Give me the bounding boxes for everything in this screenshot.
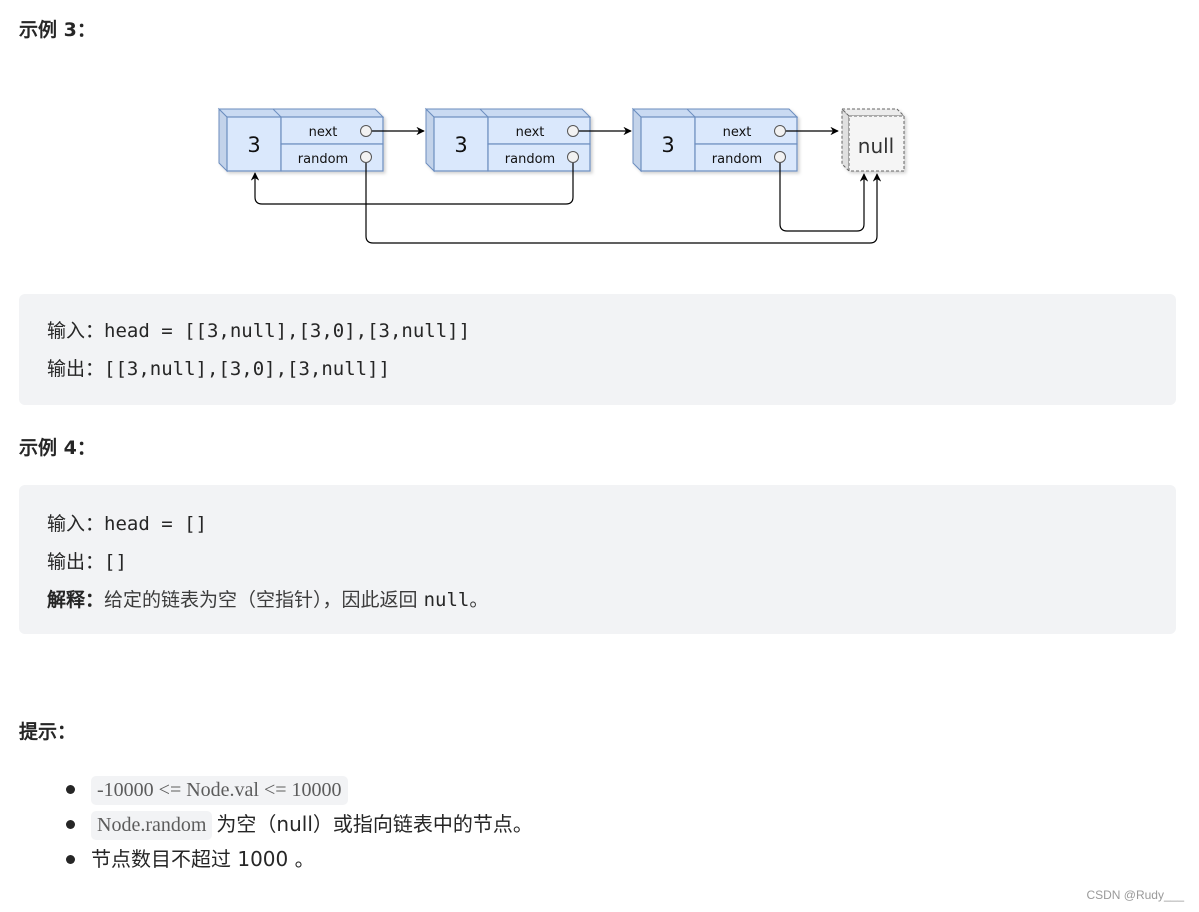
example-3-heading: 示例 3：	[19, 19, 96, 41]
output-line: 输出：[[3,null],[3,0],[3,null]]	[47, 350, 1176, 388]
example-4-heading: 示例 4：	[19, 437, 96, 459]
null-label: null	[858, 134, 894, 158]
next-pointer-port	[567, 125, 579, 137]
explanation-code: null	[423, 589, 470, 611]
bullet-icon	[66, 820, 75, 829]
hints-heading: 提示：	[19, 721, 77, 743]
node-random-label: random	[712, 152, 762, 167]
node-side-face	[632, 107, 642, 173]
random-pointer-port	[774, 151, 786, 163]
node-top-face	[217, 108, 385, 118]
node-value: 3	[247, 133, 260, 157]
hints-list: -10000 <= Node.val <= 10000 Node.random 为…	[60, 772, 533, 877]
node-value: 3	[661, 133, 674, 157]
input-value: head = []	[104, 513, 207, 535]
node-top-face	[631, 108, 799, 118]
random-pointer-port	[360, 151, 372, 163]
node-side-face	[218, 107, 228, 173]
bullet-icon	[66, 785, 75, 794]
explanation-line: 解释：给定的链表为空（空指针），因此返回 null。	[47, 581, 1176, 619]
hint-text: 为空（null）或指向链表中的节点。	[216, 812, 533, 836]
next-pointer-port	[774, 125, 786, 137]
example-3-code-block: 输入：head = [[3,null],[3,0],[3,null]] 输出：[…	[19, 294, 1176, 405]
explanation-text: 给定的链表为空（空指针），因此返回	[104, 589, 424, 611]
hint-item: Node.random 为空（null）或指向链表中的节点。	[60, 807, 533, 842]
output-value: []	[104, 551, 127, 573]
node-top-face	[424, 108, 592, 118]
hint-code: -10000 <= Node.val <= 10000	[91, 776, 348, 805]
next-pointer-port	[360, 125, 372, 137]
random-pointer-port	[567, 151, 579, 163]
output-label: 输出：	[47, 551, 105, 573]
example-4-code-block: 输入：head = [] 输出：[] 解释：给定的链表为空（空指针），因此返回 …	[19, 485, 1176, 634]
hint-code: Node.random	[91, 811, 213, 840]
output-label: 输出：	[47, 358, 105, 380]
node-random-label: random	[298, 152, 348, 167]
null-top-face	[840, 108, 906, 117]
input-line: 输入：head = [[3,null],[3,0],[3,null]]	[47, 312, 1176, 350]
hint-item: -10000 <= Node.val <= 10000	[60, 772, 533, 807]
output-value: [[3,null],[3,0],[3,null]]	[104, 358, 390, 380]
input-label: 输入：	[47, 513, 105, 535]
input-value: head = [[3,null],[3,0],[3,null]]	[104, 320, 471, 342]
node-next-label: next	[723, 125, 752, 140]
node-side-face	[425, 107, 435, 173]
hint-item: 节点数目不超过 1000 。	[60, 842, 533, 877]
node-random-label: random	[505, 152, 555, 167]
node-next-label: next	[516, 125, 545, 140]
output-line: 输出：[]	[47, 543, 1176, 581]
linked-list-diagram: 3 next random 3 next random 3 next rando…	[217, 107, 906, 244]
random-arrow	[779, 163, 869, 232]
input-label: 输入：	[47, 320, 105, 342]
input-line: 输入：head = []	[47, 505, 1176, 543]
bullet-icon	[66, 855, 75, 864]
null-side-face	[841, 107, 850, 173]
explanation-end: 。	[469, 589, 489, 611]
watermark: CSDN @Rudy___	[1086, 888, 1184, 902]
node-next-label: next	[309, 125, 338, 140]
hint-text: 节点数目不超过 1000 。	[91, 847, 315, 871]
explanation-label: 解释：	[47, 589, 105, 611]
node-value: 3	[454, 133, 467, 157]
